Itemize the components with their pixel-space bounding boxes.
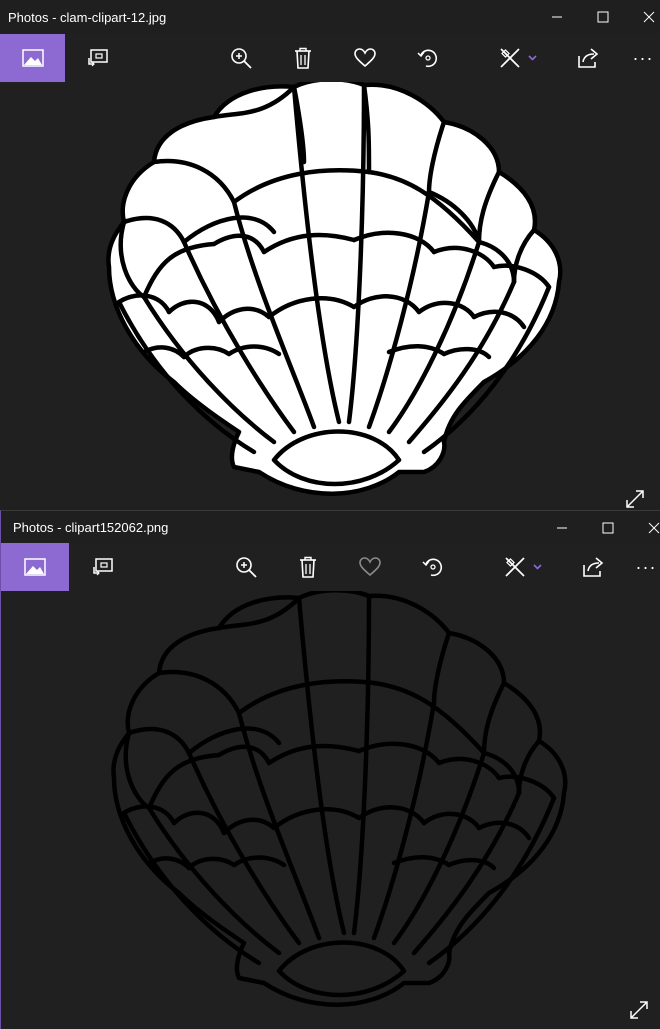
window-title: Photos - clipart152062.png [13, 520, 169, 535]
minimize-button[interactable] [534, 0, 580, 34]
share-icon [578, 48, 599, 68]
photo-view-icon [21, 49, 44, 67]
rotate-icon [417, 49, 437, 68]
slideshow-icon [93, 558, 113, 576]
favorite-heart-icon [354, 48, 376, 68]
maximize-icon [602, 522, 614, 534]
delete-icon [295, 47, 311, 69]
shell-image [106, 77, 563, 496]
edit-create-button[interactable] [492, 34, 546, 82]
photos-window-2: Photos - clipart152062.png ··· [0, 510, 660, 1029]
photos-window-1: Photos - clam-clipart-12.jpg ··· [0, 0, 660, 510]
more-button[interactable]: ··· [631, 543, 660, 591]
zoom-button[interactable] [224, 543, 268, 591]
image-canvas[interactable] [0, 77, 660, 510]
title-bar[interactable]: Photos - clipart152062.png [1, 511, 660, 543]
delete-icon [300, 556, 316, 578]
close-icon [648, 522, 660, 534]
maximize-button[interactable] [580, 0, 626, 34]
view-photo-button[interactable] [1, 543, 69, 591]
edit-create-icon [505, 557, 542, 577]
shell-image-outline [111, 588, 568, 1007]
image-canvas[interactable] [1, 588, 660, 1029]
close-button[interactable] [626, 0, 660, 34]
more-button[interactable]: ··· [626, 34, 660, 82]
close-icon [643, 11, 655, 23]
minimize-button[interactable] [539, 511, 585, 545]
rotate-icon [422, 558, 442, 577]
photo-view-icon [24, 558, 46, 576]
expand-icon [630, 1001, 648, 1019]
share-icon [583, 557, 604, 577]
edit-create-icon [500, 48, 537, 68]
favorite-button[interactable] [348, 543, 392, 591]
slideshow-button[interactable] [81, 543, 125, 591]
toolbar: ··· [1, 543, 660, 591]
zoom-in-icon [231, 48, 252, 69]
maximize-button[interactable] [585, 511, 631, 545]
zoom-in-icon [236, 557, 257, 578]
delete-button[interactable] [281, 34, 325, 82]
maximize-icon [597, 11, 609, 23]
rotate-button[interactable] [411, 543, 455, 591]
slideshow-button[interactable] [76, 34, 120, 82]
fullscreen-button[interactable] [624, 488, 646, 510]
share-button[interactable] [567, 34, 611, 82]
minimize-icon [557, 527, 567, 529]
favorite-heart-icon [359, 557, 381, 577]
share-button[interactable] [572, 543, 616, 591]
title-bar[interactable]: Photos - clam-clipart-12.jpg [0, 0, 660, 34]
expand-icon [626, 490, 644, 508]
zoom-button[interactable] [219, 34, 263, 82]
view-photo-button[interactable] [0, 34, 65, 82]
rotate-button[interactable] [406, 34, 450, 82]
more-icon: ··· [635, 556, 657, 577]
minimize-icon [552, 16, 562, 18]
toolbar: ··· [0, 34, 660, 82]
delete-button[interactable] [286, 543, 330, 591]
favorite-button[interactable] [343, 34, 387, 82]
window-title: Photos - clam-clipart-12.jpg [8, 10, 167, 25]
slideshow-icon [88, 49, 108, 67]
more-icon: ··· [632, 47, 654, 68]
edit-create-button[interactable] [497, 543, 551, 591]
close-button[interactable] [631, 511, 660, 545]
fullscreen-button[interactable] [628, 999, 650, 1021]
